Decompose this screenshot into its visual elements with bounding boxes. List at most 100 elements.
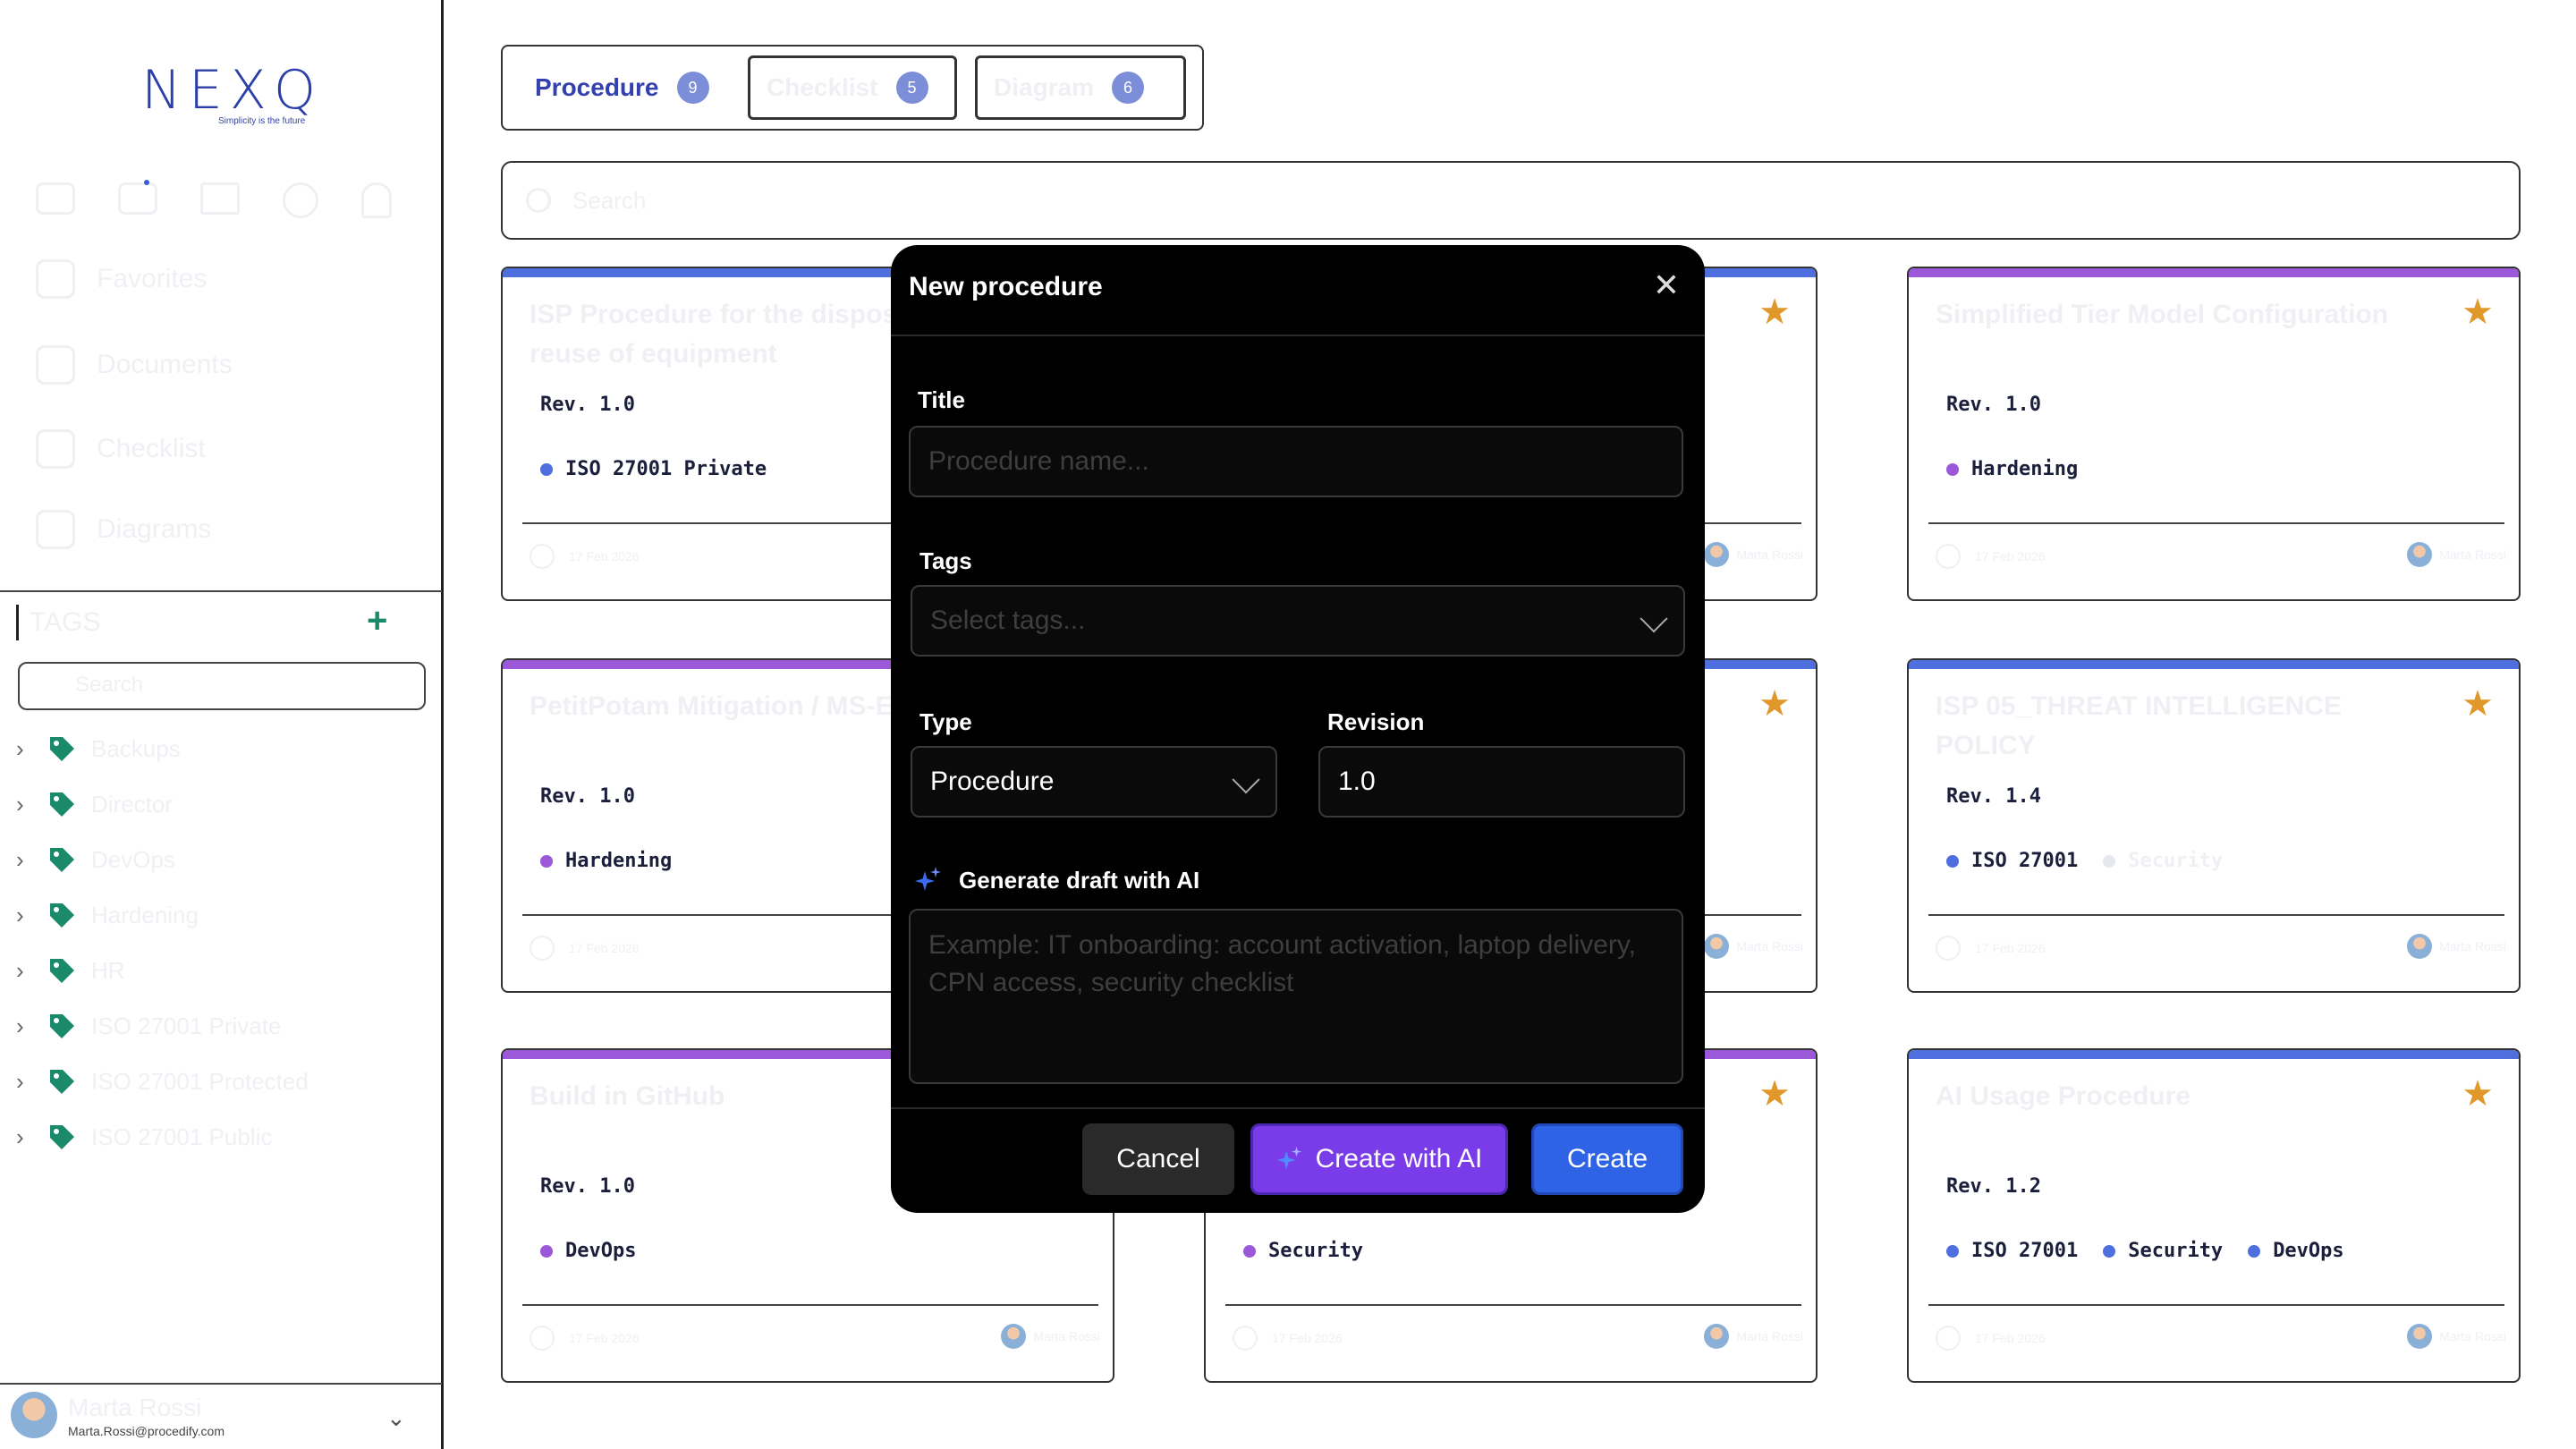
- revision-input[interactable]: 1.0: [1318, 746, 1685, 818]
- card-date-text: 17 Feb 2026: [1975, 549, 2046, 564]
- card-author-name: Marta Rossi: [1736, 939, 1803, 953]
- nav-favorites[interactable]: Favorites: [36, 252, 207, 306]
- chevron-right-icon[interactable]: ›: [16, 902, 32, 929]
- card-tag: DevOps: [2248, 1240, 2344, 1262]
- chevron-right-icon[interactable]: ›: [16, 1013, 32, 1040]
- sidebar-tag-item[interactable]: › Backups: [16, 726, 181, 771]
- tab-label: Procedure: [535, 73, 659, 101]
- tab-label: Diagram: [994, 73, 1095, 101]
- card-tags: ISO 27001 Private: [540, 458, 767, 480]
- sidebar-tag-item[interactable]: › Hardening: [16, 893, 199, 937]
- tag-label: ISO 27001 Private: [91, 1012, 282, 1039]
- tags-select[interactable]: Select tags...: [911, 585, 1685, 657]
- checklist-icon: [36, 429, 75, 469]
- card-date: 17 Feb 2026: [1936, 936, 2046, 961]
- nav-checklist[interactable]: Checklist: [36, 422, 206, 476]
- diagram-icon: [36, 510, 75, 549]
- share-icon[interactable]: [118, 180, 157, 215]
- bell-icon[interactable]: [361, 182, 392, 218]
- star-icon: [36, 259, 75, 299]
- tag-dot: [1243, 1244, 1256, 1258]
- card-tag-label: Hardening: [565, 850, 673, 872]
- card-date-text: 17 Feb 2026: [569, 941, 640, 955]
- star-icon[interactable]: ★: [2462, 683, 2494, 724]
- star-icon[interactable]: ★: [2462, 1073, 2494, 1114]
- card-title: ISP 05_THREAT INTELLIGENCE POLICY: [1936, 691, 2342, 760]
- sidebar-tag-item[interactable]: › Director: [16, 782, 173, 826]
- add-tag-button[interactable]: +: [367, 601, 387, 641]
- sidebar-tag-item[interactable]: › ISO 27001 Protected: [16, 1059, 309, 1104]
- ai-label: Generate draft with AI: [959, 866, 1200, 894]
- card-tag: Hardening: [1946, 458, 2078, 480]
- tags-label: Tags: [919, 547, 972, 574]
- tab-count-badge: 5: [895, 72, 928, 104]
- procedure-card[interactable]: Simplified Tier Model Configuration ★ Rev.…: [1907, 267, 2521, 601]
- dialog-footer-divider: [891, 1107, 1705, 1109]
- sidebar-tag-item[interactable]: › ISO 27001 Public: [16, 1114, 272, 1159]
- search-input[interactable]: Search: [501, 161, 2521, 240]
- star-icon[interactable]: ★: [2462, 292, 2494, 333]
- procedure-title-input[interactable]: Procedure name...: [909, 426, 1683, 497]
- chevron-right-icon[interactable]: ›: [16, 1123, 32, 1151]
- inbox-icon[interactable]: [36, 182, 75, 215]
- card-accent-bar: [1909, 660, 2519, 669]
- procedure-card[interactable]: AI Usage Procedure ★ Rev. 1.2 ISO 27001 Secu…: [1907, 1048, 2521, 1383]
- tab-checklist[interactable]: Checklist 5: [748, 55, 957, 120]
- card-tag-label: DevOps: [565, 1240, 637, 1262]
- card-author-name: Marta Rossi: [1736, 1329, 1803, 1343]
- tag-label: HR: [91, 956, 125, 984]
- tag-label: DevOps: [91, 845, 175, 873]
- card-divider: [1928, 1304, 2504, 1306]
- tag-icon: [50, 959, 74, 983]
- chevron-right-icon[interactable]: ›: [16, 1068, 32, 1096]
- clock-icon: [1936, 936, 1961, 961]
- tab-diagram[interactable]: Diagram 6: [975, 55, 1186, 120]
- ai-prompt-textarea[interactable]: Example: IT onboarding: account activati…: [909, 909, 1683, 1084]
- avatar[interactable]: [11, 1392, 57, 1438]
- type-select[interactable]: Procedure: [911, 746, 1277, 818]
- nav-documents[interactable]: Documents: [36, 338, 233, 392]
- cancel-button[interactable]: Cancel: [1082, 1123, 1234, 1195]
- card-revision: Rev. 1.0: [1946, 394, 2041, 416]
- user-email: Marta.Rossi@procedify.com: [68, 1424, 225, 1438]
- tag-icon: [50, 1070, 74, 1094]
- search-icon: [526, 188, 551, 213]
- procedure-card[interactable]: ISP 05_THREAT INTELLIGENCE POLICY ★ Rev. 1…: [1907, 658, 2521, 993]
- card-author-name: Marta Rossi: [1736, 547, 1803, 562]
- chevron-right-icon[interactable]: ›: [16, 791, 32, 818]
- tag-search-input[interactable]: Search: [18, 662, 426, 710]
- nav-label: Diagrams: [97, 514, 212, 544]
- card-divider: [522, 1304, 1098, 1306]
- chevron-right-icon[interactable]: ›: [16, 735, 32, 763]
- chevron-down-icon: [1232, 766, 1260, 794]
- star-icon[interactable]: ★: [1758, 1073, 1791, 1114]
- card-date: 17 Feb 2026: [530, 544, 640, 569]
- settings-icon[interactable]: [283, 182, 318, 218]
- sidebar-tag-item[interactable]: › HR: [16, 948, 125, 993]
- card-revision: Rev. 1.2: [1946, 1175, 2041, 1198]
- dialog-title: New procedure: [909, 272, 1103, 301]
- close-icon[interactable]: ✕: [1653, 267, 1680, 304]
- tab-procedure[interactable]: Procedure 9: [519, 55, 730, 120]
- sparkle-icon: [1276, 1146, 1301, 1170]
- chevron-down-icon[interactable]: ⌄: [386, 1404, 406, 1432]
- star-icon[interactable]: ★: [1758, 292, 1791, 333]
- chevron-right-icon[interactable]: ›: [16, 957, 32, 985]
- sidebar-tag-item[interactable]: › DevOps: [16, 837, 175, 882]
- sidebar-tag-item[interactable]: › ISO 27001 Private: [16, 1004, 281, 1048]
- type-value: Procedure: [930, 767, 1055, 796]
- dialog-header-divider: [891, 335, 1705, 336]
- card-tags: ISO 27001 Security: [1946, 850, 2223, 872]
- nav-diagrams[interactable]: Diagrams: [36, 503, 211, 556]
- create-button[interactable]: Create: [1531, 1123, 1683, 1195]
- create-with-ai-button[interactable]: Create with AI: [1250, 1123, 1508, 1195]
- avatar: [2407, 934, 2433, 959]
- clock-icon: [530, 1326, 555, 1351]
- card-divider: [1225, 1304, 1801, 1306]
- ai-section-header: Generate draft with AI: [914, 866, 1199, 894]
- card-divider: [1928, 522, 2504, 524]
- chevron-right-icon[interactable]: ›: [16, 846, 32, 874]
- card-author-name: Marta Rossi: [1033, 1329, 1100, 1343]
- star-icon[interactable]: ★: [1758, 683, 1791, 724]
- monitor-icon[interactable]: [200, 182, 240, 215]
